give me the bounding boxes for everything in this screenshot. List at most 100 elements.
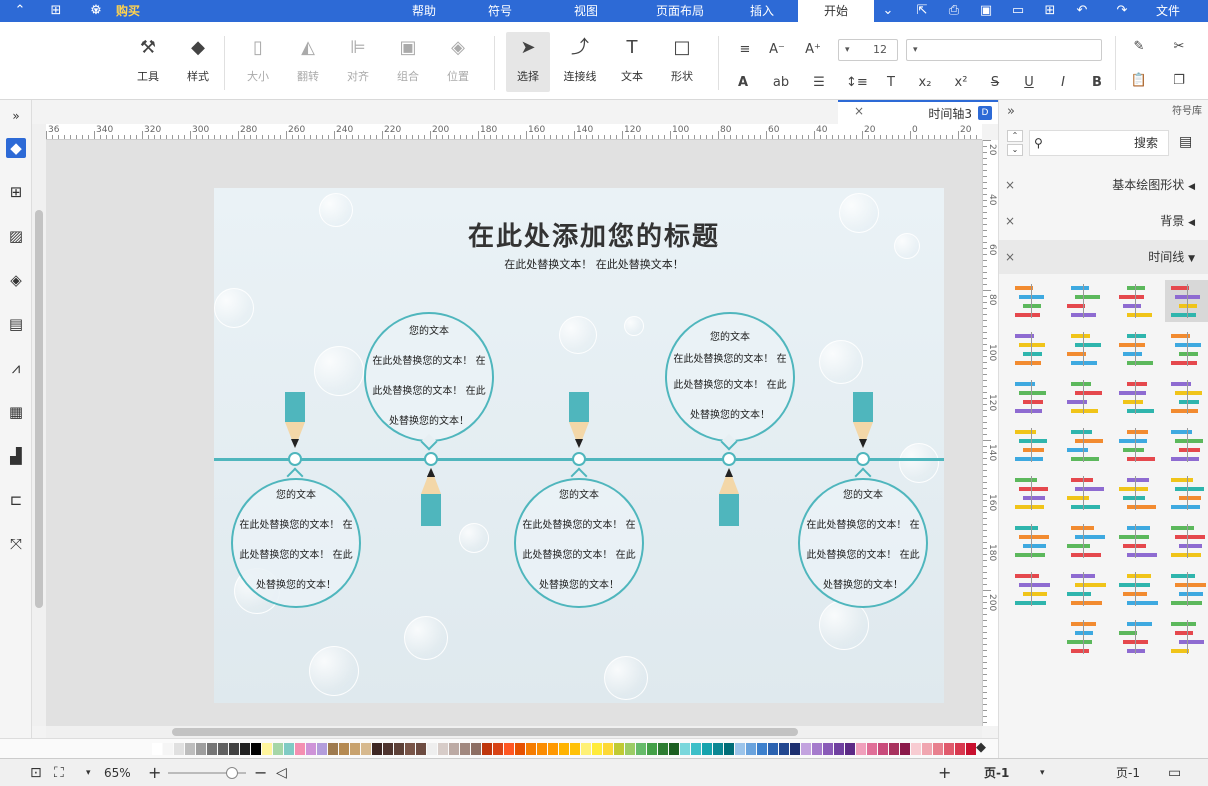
color-swatch[interactable] (471, 743, 481, 755)
undo-icon[interactable]: ↶ (1074, 3, 1090, 19)
timeline-template-thumbnail[interactable] (1113, 376, 1159, 418)
color-swatch[interactable] (636, 743, 646, 755)
color-swatch[interactable] (537, 743, 547, 755)
timeline-template-thumbnail[interactable] (1113, 328, 1159, 370)
color-swatch[interactable] (911, 743, 921, 755)
timeline-template-thumbnail[interactable] (1113, 424, 1159, 466)
superscript-icon[interactable]: x² (952, 74, 970, 92)
color-swatch[interactable] (361, 743, 371, 755)
color-swatch[interactable] (317, 743, 327, 755)
color-swatch[interactable] (460, 743, 470, 755)
color-swatch[interactable] (163, 743, 173, 755)
zoom-in-icon[interactable]: + (148, 759, 161, 786)
library-section-background[interactable]: × 背景 ◀ (999, 204, 1208, 238)
timeline-node[interactable] (572, 452, 586, 466)
pencil-marker[interactable] (420, 468, 442, 526)
collapse-panel-icon[interactable]: » (1007, 104, 1015, 119)
zoom-slider-thumb[interactable] (226, 767, 238, 779)
apps-grid-icon[interactable]: ⊞ (48, 3, 64, 19)
current-page-tab[interactable]: 页-1 (984, 759, 1009, 786)
close-section-icon[interactable]: × (1005, 168, 1015, 202)
color-swatch[interactable] (812, 743, 822, 755)
color-swatch[interactable] (790, 743, 800, 755)
color-swatch[interactable] (196, 743, 206, 755)
expand-panel-icon[interactable]: » (6, 106, 26, 126)
timeline-template-thumbnail[interactable] (1113, 472, 1159, 514)
color-swatch[interactable] (251, 743, 261, 755)
color-swatch[interactable] (493, 743, 503, 755)
vertical-scrollbar[interactable] (32, 124, 46, 726)
grid-icon[interactable]: ⊞ (6, 182, 26, 202)
case-icon[interactable]: ab (772, 74, 790, 92)
strikethrough-icon[interactable]: S (986, 74, 1004, 92)
color-swatch[interactable] (416, 743, 426, 755)
color-swatch[interactable] (570, 743, 580, 755)
color-swatch[interactable] (713, 743, 723, 755)
close-tab-icon[interactable]: × (854, 104, 864, 118)
timeline-template-thumbnail[interactable] (1009, 520, 1055, 562)
color-swatch[interactable] (229, 743, 239, 755)
diagram-title[interactable]: 在此处添加您的标题 (214, 216, 944, 253)
color-swatch[interactable] (504, 743, 514, 755)
color-swatch[interactable] (669, 743, 679, 755)
color-swatch[interactable] (218, 743, 228, 755)
connector-button[interactable]: ⤴ 连接线 (558, 32, 602, 92)
color-swatch[interactable] (339, 743, 349, 755)
color-swatch[interactable] (548, 743, 558, 755)
timeline-template-thumbnail[interactable] (1061, 616, 1107, 658)
pencil-marker[interactable] (568, 392, 590, 450)
color-swatch[interactable] (174, 743, 184, 755)
paste-icon[interactable]: 📋 (1130, 72, 1148, 90)
add-page-icon[interactable]: + (938, 759, 951, 786)
text-direction-icon[interactable]: T (882, 74, 900, 92)
timeline-template-thumbnail[interactable] (1165, 616, 1208, 658)
timeline-template-thumbnail[interactable] (1165, 424, 1208, 466)
color-swatch[interactable] (603, 743, 613, 755)
color-swatch[interactable] (746, 743, 756, 755)
color-swatch[interactable] (350, 743, 360, 755)
tab-symbol[interactable]: 符号 (472, 0, 528, 22)
line-spacing-icon[interactable]: ↕≡ (846, 74, 868, 92)
page-view-icon[interactable]: ▭ (1168, 759, 1181, 786)
timeline-template-thumbnail[interactable] (1061, 472, 1107, 514)
text-button[interactable]: T 文本 (610, 32, 654, 92)
color-swatch[interactable] (295, 743, 305, 755)
underline-icon[interactable]: U (1020, 74, 1038, 92)
cut-icon[interactable]: ✂ (1170, 38, 1188, 56)
timeline-template-thumbnail[interactable] (1061, 376, 1107, 418)
close-section-icon[interactable]: × (1005, 240, 1015, 274)
color-swatch[interactable] (724, 743, 734, 755)
color-swatch[interactable] (834, 743, 844, 755)
color-swatch[interactable] (702, 743, 712, 755)
tab-help[interactable]: 帮助 (396, 0, 452, 22)
tab-view[interactable]: 视图 (558, 0, 614, 22)
timeline-template-thumbnail[interactable] (1009, 328, 1055, 370)
page-selector-left[interactable]: 页-1 (1116, 759, 1140, 786)
font-color-icon[interactable]: A (734, 74, 752, 92)
select-button[interactable]: ➤ 选择 (506, 32, 550, 92)
color-swatch[interactable] (515, 743, 525, 755)
color-swatch[interactable] (449, 743, 459, 755)
color-swatch[interactable] (680, 743, 690, 755)
color-swatch[interactable] (779, 743, 789, 755)
font-family-select[interactable]: ▾ (906, 39, 1102, 61)
color-swatch[interactable] (405, 743, 415, 755)
color-swatch[interactable] (933, 743, 943, 755)
timeline-template-thumbnail[interactable] (1009, 568, 1055, 610)
bold-icon[interactable]: B (1088, 74, 1106, 92)
collapse-ribbon-icon[interactable]: ⌃ (12, 3, 28, 19)
fit-width-icon[interactable]: ⊡ (30, 759, 42, 786)
color-swatch[interactable] (482, 743, 492, 755)
color-swatch[interactable] (526, 743, 536, 755)
tab-file[interactable]: 文件 (1138, 0, 1198, 22)
tab-insert[interactable]: 插入 (734, 0, 790, 22)
timeline-callout-bottom[interactable]: 您的文本 在此处替换您的文本！ 在 此处替换您的文本！ 在此 处替换您的文本！ (514, 478, 644, 608)
timeline-template-thumbnail[interactable] (1061, 328, 1107, 370)
fit-page-icon[interactable]: ⛶ (54, 759, 64, 786)
timeline-template-thumbnail[interactable] (1165, 520, 1208, 562)
timeline-template-thumbnail[interactable] (1113, 280, 1159, 322)
table-icon[interactable]: ▦ (6, 402, 26, 422)
timeline-template-thumbnail[interactable] (1165, 328, 1208, 370)
increase-font-icon[interactable]: A⁺ (804, 41, 822, 59)
timeline-page[interactable]: 在此处添加您的标题 在此处替换文本！ 在此处替换文本！ 您的文本 在此处替换您的… (214, 188, 944, 703)
